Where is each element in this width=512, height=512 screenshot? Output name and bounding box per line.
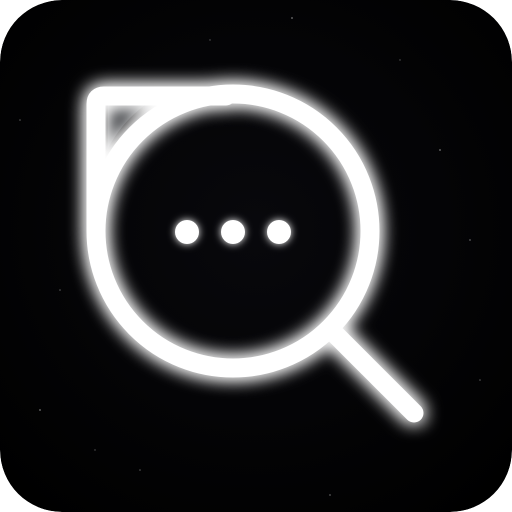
search-chat-icon xyxy=(0,0,512,512)
typing-dots xyxy=(175,220,291,244)
app-name xyxy=(0,0,1,1)
dot-3 xyxy=(267,220,291,244)
dot-1 xyxy=(175,220,199,244)
dot-2 xyxy=(221,220,245,244)
app-icon[interactable] xyxy=(0,0,512,512)
icon-background xyxy=(0,0,512,512)
